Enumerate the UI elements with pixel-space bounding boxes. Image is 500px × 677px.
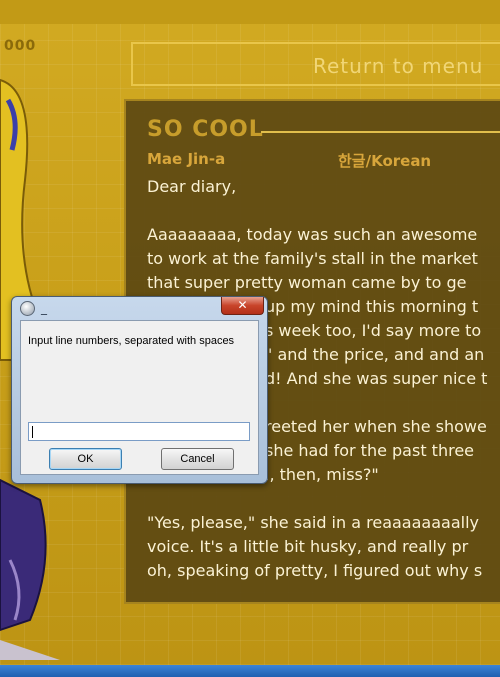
diary-line [147, 487, 500, 511]
text-caret [32, 426, 33, 438]
diary-line: oh, speaking of pretty, I figured out wh… [147, 561, 483, 580]
diary-line: that super pretty woman came by to ge [147, 273, 467, 292]
entry-author: Mae Jin-a [147, 150, 226, 168]
taskbar-strip [0, 665, 500, 677]
return-to-menu-label: Return to menu [313, 54, 484, 78]
line-number-dialog: _ ✕ Input line numbers, separated with s… [11, 296, 268, 484]
title-divider [261, 131, 500, 133]
return-to-menu-button[interactable]: Return to menu [131, 42, 500, 86]
diary-line [147, 199, 500, 223]
close-button[interactable]: ✕ [221, 297, 264, 315]
diary-line: voice. It's a little bit husky, and real… [147, 537, 469, 556]
entry-title: SO COOL [147, 117, 264, 142]
dialog-body: Input line numbers, separated with space… [20, 320, 259, 475]
score-counter: 000 [4, 38, 37, 54]
diary-line: Aaaaaaaaa, today was such an awesome [147, 225, 478, 244]
dialog-titlebar: _ ✕ [12, 297, 267, 319]
diary-line: "Yes, please," she said in a reaaaaaaaal… [147, 513, 479, 532]
ok-button[interactable]: OK [49, 448, 122, 470]
diary-line: to work at the family's stall in the mar… [147, 249, 478, 268]
dialog-prompt: Input line numbers, separated with space… [28, 335, 235, 347]
line-numbers-input[interactable] [28, 422, 250, 441]
app-icon [20, 301, 35, 316]
entry-language: 한글/Korean [338, 152, 432, 170]
minimize-icon[interactable]: _ [41, 301, 47, 315]
diary-line: Dear diary, [147, 177, 237, 196]
top-bar [0, 0, 500, 24]
cancel-button[interactable]: Cancel [161, 448, 234, 470]
